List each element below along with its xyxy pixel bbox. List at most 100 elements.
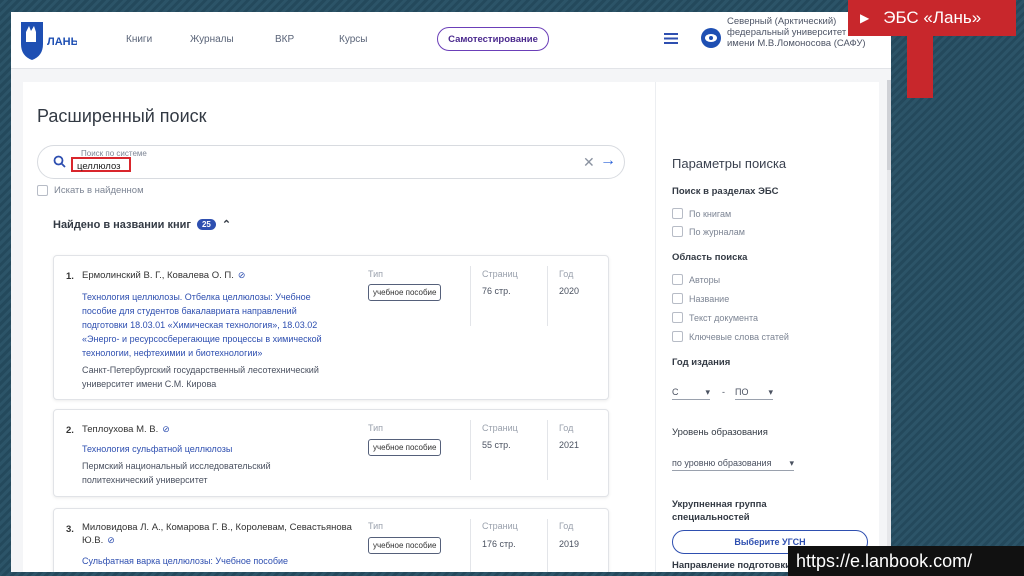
search-input[interactable]: Поиск по системе целлюлоз ✕ →	[37, 145, 625, 179]
nav-books[interactable]: Книги	[126, 34, 152, 45]
option-label: Название	[689, 293, 730, 304]
option-label: Текст документа	[689, 312, 759, 323]
year-to-select[interactable]: ПО ▾	[735, 387, 773, 400]
checkbox[interactable]	[672, 312, 683, 323]
option-journals[interactable]: По журналам	[672, 226, 745, 237]
result-publisher: Санкт-Петербургский государственный лесо…	[82, 365, 319, 389]
year-label: Год	[559, 269, 574, 279]
caret-down-icon: ▾	[705, 387, 710, 397]
direction-heading: Направление подготовки	[672, 560, 791, 571]
nav-journals[interactable]: Журналы	[190, 34, 234, 45]
ebs-label: ЭБС «Лань»	[883, 8, 982, 27]
url-caption: https://e.lanbook.com/	[788, 546, 1024, 576]
divider	[470, 420, 471, 480]
lan-logo[interactable]: ЛАНЬ	[17, 18, 79, 62]
area-heading: Область поиска	[672, 252, 748, 263]
authors-text[interactable]: Миловидова Л. А., Комарова Г. В., Короле…	[82, 522, 352, 546]
panel-divider	[655, 82, 656, 572]
level-select[interactable]: по уровню образования ▾	[672, 458, 794, 471]
pages-value: 76 стр.	[482, 286, 511, 296]
nav-courses[interactable]: Курсы	[339, 34, 367, 45]
result-card: 3. Миловидова Л. А., Комарова Г. В., Кор…	[53, 508, 609, 572]
pages-label: Страниц	[482, 269, 518, 279]
year-label: Год	[559, 521, 574, 531]
result-authors: Миловидова Л. А., Комарова Г. В., Короле…	[82, 521, 352, 547]
authors-text[interactable]: Теплоухова М. В.	[82, 424, 158, 435]
ugsn-heading: Укрупненная группа специальностей	[672, 499, 767, 523]
level-heading: Уровень образования	[672, 427, 768, 438]
year-heading: Год издания	[672, 357, 731, 368]
main-content: Расширенный поиск Поиск по системе целлю…	[23, 82, 879, 572]
option-label: Авторы	[689, 274, 721, 285]
divider	[547, 266, 548, 326]
checkbox[interactable]	[672, 226, 683, 237]
divider	[470, 519, 471, 572]
params-title: Параметры поиска	[672, 156, 787, 171]
option-label: По книгам	[689, 208, 732, 219]
result-title-link[interactable]: Технология сульфатной целлюлозы	[82, 442, 344, 456]
year-value: 2020	[559, 286, 580, 296]
pages-label: Страниц	[482, 521, 518, 531]
clear-icon[interactable]: ✕	[583, 154, 595, 171]
nav-vkr[interactable]: ВКР	[275, 34, 294, 45]
select-value: С	[672, 387, 679, 397]
option-fulltext[interactable]: Текст документа	[672, 312, 758, 323]
year-label: Год	[559, 423, 574, 433]
divider	[547, 420, 548, 480]
result-title-link[interactable]: Технология целлюлозы. Отбелка целлюлозы:…	[82, 290, 344, 360]
result-number: 3.	[66, 524, 74, 535]
option-books[interactable]: По книгам	[672, 208, 731, 219]
hamburger-menu-icon[interactable]	[664, 33, 678, 44]
scrollbar[interactable]	[887, 80, 891, 572]
type-label: Тип	[368, 423, 384, 433]
divider	[547, 519, 548, 572]
result-card: 2. Теплоухова М. В. ⊘ Технология сульфатн…	[53, 409, 609, 497]
year-value: 2019	[559, 539, 580, 549]
pages-value: 176 стр.	[482, 539, 516, 549]
found-section-header[interactable]: Найдено в названии книг 25 ⌃	[53, 218, 231, 232]
verified-icon: ⊘	[237, 270, 246, 280]
option-authors[interactable]: Авторы	[672, 274, 720, 285]
caret-down-icon: ▾	[789, 458, 794, 468]
chevron-up-icon[interactable]: ⌃	[222, 218, 231, 231]
checkbox[interactable]	[672, 293, 683, 304]
result-card: 1. Ермолинский В. Г., Ковалева О. П. ⊘ Те…	[53, 255, 609, 400]
verified-icon: ⊘	[107, 535, 115, 545]
sections-heading: Поиск в разделах ЭБС	[672, 186, 779, 197]
option-keywords[interactable]: Ключевые слова статей	[672, 331, 789, 342]
checkbox[interactable]	[37, 185, 48, 196]
pages-value: 55 стр.	[482, 440, 511, 450]
checkbox[interactable]	[672, 274, 683, 285]
logo-text: ЛАНЬ	[47, 36, 77, 48]
type-badge: учебное пособие	[368, 537, 442, 554]
browser-screenshot: ЛАНЬ Книги Журналы ВКР Курсы Самотестиро…	[11, 12, 891, 572]
result-title-link[interactable]: Сульфатная варка целлюлозы: Учебное посо…	[82, 554, 344, 568]
type-badge: учебное пособие	[368, 439, 442, 456]
result-number: 1.	[66, 271, 74, 282]
year-from-select[interactable]: С ▾	[672, 387, 710, 400]
option-label: По журналам	[689, 226, 745, 237]
top-navigation: ЛАНЬ Книги Журналы ВКР Курсы Самотестиро…	[11, 12, 891, 69]
checkbox[interactable]	[672, 331, 683, 342]
slide-accent-bar	[907, 36, 933, 98]
scroll-thumb[interactable]	[887, 80, 891, 170]
option-label: Ключевые слова статей	[689, 331, 789, 342]
search-query-value[interactable]: целлюлоз	[71, 157, 131, 172]
play-icon: ▶	[860, 11, 870, 25]
result-authors: Ермолинский В. Г., Ковалева О. П. ⊘	[82, 269, 352, 282]
select-value: ПО	[735, 387, 749, 397]
type-label: Тип	[368, 269, 384, 279]
type-label: Тип	[368, 521, 384, 531]
search-within-checkbox[interactable]: Искать в найденном	[37, 185, 144, 196]
checkbox[interactable]	[672, 208, 683, 219]
option-title[interactable]: Название	[672, 293, 729, 304]
verified-icon: ⊘	[162, 424, 170, 434]
divider	[470, 266, 471, 326]
arrow-right-icon[interactable]: →	[600, 152, 616, 170]
page-title: Расширенный поиск	[37, 106, 207, 126]
type-badge: учебное пособие	[368, 284, 442, 301]
selftest-button[interactable]: Самотестирование	[437, 27, 549, 51]
eye-icon[interactable]	[701, 28, 721, 48]
authors-text[interactable]: Ермолинский В. Г., Ковалева О. П.	[82, 270, 234, 281]
found-title: Найдено в названии книг	[53, 218, 191, 231]
